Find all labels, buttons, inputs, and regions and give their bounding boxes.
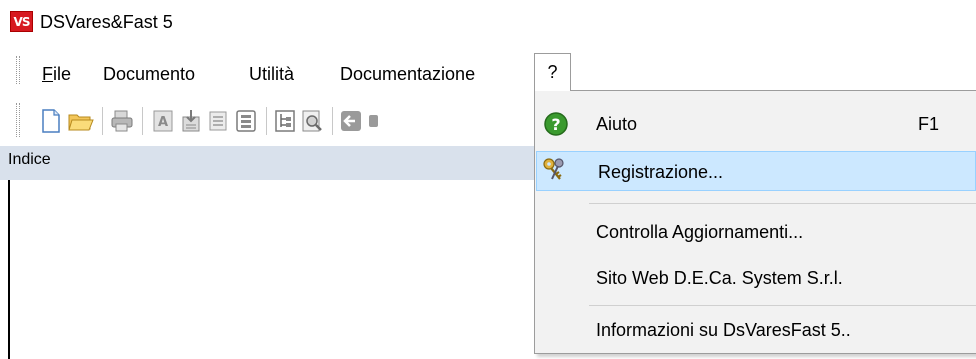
menu-item-aiuto-label: Aiuto	[596, 114, 638, 134]
tree-icon[interactable]	[274, 109, 296, 133]
forward-icon[interactable]	[368, 109, 378, 133]
menu-separator	[589, 305, 976, 306]
menu-documentazione[interactable]: Documentazione	[340, 62, 475, 86]
list-icon[interactable]	[207, 109, 229, 133]
print-icon[interactable]	[110, 109, 134, 133]
menu-item-informazioni[interactable]: Informazioni su DsVaresFast 5..	[535, 310, 976, 350]
window-title: DSVares&Fast 5	[40, 12, 173, 32]
menu-documento[interactable]: Documento	[103, 62, 195, 86]
menubar-grip[interactable]	[16, 56, 20, 84]
menu-item-informazioni-label: Informazioni su DsVaresFast 5..	[596, 320, 851, 340]
help-menu-dropdown: ? Aiuto F1 Registrazione... Controlla Ag…	[534, 90, 976, 354]
keys-icon	[543, 158, 564, 180]
toolbar-separator	[266, 107, 267, 135]
toolbar-separator	[142, 107, 143, 135]
index-panel-header: Indice	[0, 146, 536, 180]
menu-help[interactable]: ?	[534, 53, 571, 91]
svg-text:A: A	[158, 115, 168, 130]
text-style-icon[interactable]: A	[152, 109, 174, 133]
toolbar-separator	[332, 107, 333, 135]
toolbar-separator	[102, 107, 103, 135]
menu-file-rest: ile	[53, 64, 72, 84]
menu-file[interactable]: File	[42, 62, 71, 86]
preview-icon[interactable]	[301, 109, 323, 133]
panel-left-border	[8, 180, 10, 359]
title-bar: VS DSVares&Fast 5	[0, 0, 976, 44]
svg-text:?: ?	[551, 115, 560, 134]
menu-item-sito-web[interactable]: Sito Web D.E.Ca. System S.r.l.	[535, 258, 976, 298]
back-arrow-icon[interactable]	[340, 109, 362, 133]
import-icon[interactable]	[180, 109, 202, 133]
details-icon[interactable]	[235, 109, 257, 133]
menu-separator	[589, 203, 976, 204]
menu-help-border	[571, 90, 976, 91]
menu-item-controlla-label: Controlla Aggiornamenti...	[596, 222, 804, 242]
menu-item-sito-label: Sito Web D.E.Ca. System S.r.l.	[596, 268, 843, 288]
app-logo-icon: VS	[10, 11, 33, 32]
menu-item-controlla-aggiornamenti[interactable]: Controlla Aggiornamenti...	[535, 212, 976, 252]
toolbar-grip[interactable]	[16, 103, 20, 137]
menu-file-mnemonic: F	[42, 64, 53, 84]
menu-utilita[interactable]: Utilità	[249, 62, 294, 86]
menu-item-aiuto[interactable]: ? Aiuto F1	[535, 104, 976, 144]
help-icon: ?	[544, 112, 568, 136]
menu-item-registrazione[interactable]: Registrazione...	[536, 151, 976, 191]
new-document-icon[interactable]	[40, 109, 62, 133]
menu-item-aiuto-shortcut: F1	[918, 114, 940, 134]
open-folder-icon[interactable]	[68, 109, 94, 133]
menu-item-registrazione-label: Registrazione...	[598, 162, 724, 182]
